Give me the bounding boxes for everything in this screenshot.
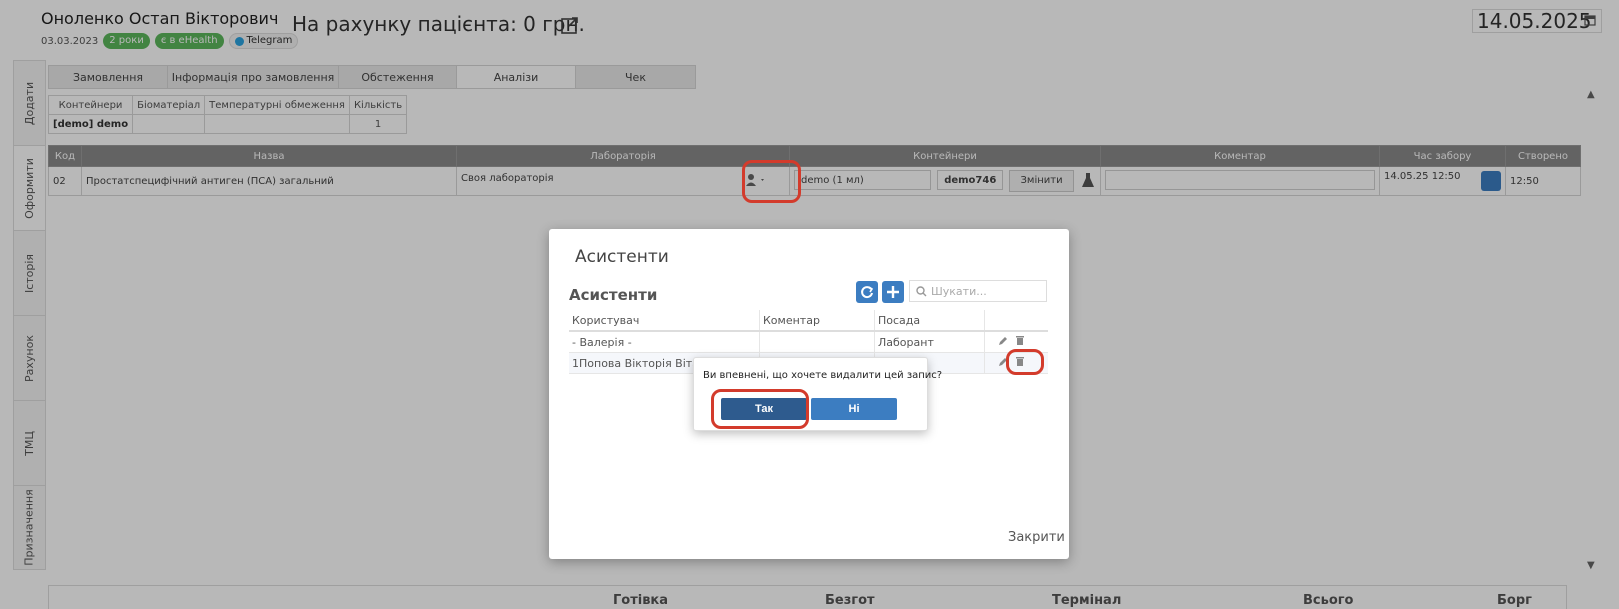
app-window: Оноленко Остап Вікторович 03.03.2023 2 р… <box>0 0 1619 609</box>
confirm-no-button[interactable]: Ні <box>811 398 897 420</box>
plus-icon <box>887 286 899 298</box>
modal-subtitle: Асистенти <box>569 286 658 304</box>
assistant-user: - Валерія - <box>569 331 760 353</box>
trash-icon[interactable] <box>1015 335 1025 346</box>
assistant-position: Лаборант <box>874 331 985 353</box>
search-icon <box>916 285 927 296</box>
edit-icon[interactable] <box>998 336 1008 346</box>
column-header: Посада <box>874 310 985 332</box>
search-placeholder: Шукати... <box>931 284 987 298</box>
highlight-ring <box>742 160 801 203</box>
column-header: Коментар <box>759 310 875 332</box>
column-header-actions <box>984 310 1048 332</box>
add-assistant-button[interactable] <box>882 281 904 303</box>
highlight-ring <box>711 389 809 429</box>
highlight-ring <box>1006 349 1044 375</box>
column-header: Користувач <box>569 310 760 332</box>
search-input[interactable]: Шукати... <box>909 280 1047 302</box>
table-row: - Валерія - Лаборант <box>569 331 1048 353</box>
refresh-icon <box>861 286 874 299</box>
close-button[interactable]: Закрити <box>1008 530 1065 545</box>
assistant-comment <box>759 331 875 353</box>
modal-title: Асистенти <box>575 247 669 267</box>
refresh-button[interactable] <box>856 281 878 303</box>
confirm-message: Ви впевнені, що хочете видалити цей запи… <box>703 370 943 381</box>
